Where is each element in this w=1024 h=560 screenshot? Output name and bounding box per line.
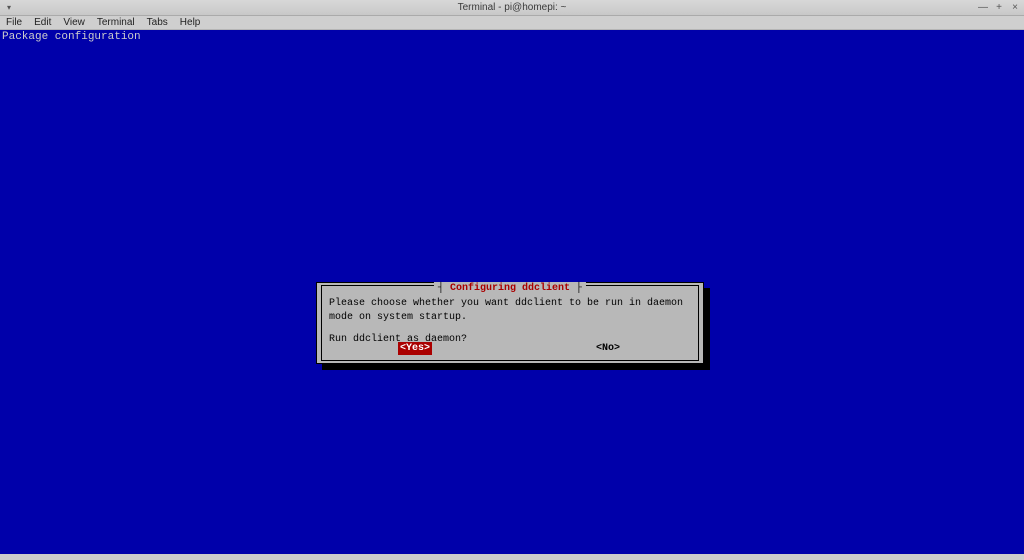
app-menu-icon[interactable]: ▾ — [4, 3, 14, 13]
menu-edit[interactable]: Edit — [34, 17, 51, 28]
window-bottom-border — [0, 554, 1024, 560]
terminal-viewport[interactable]: Package configuration Configuring ddclie… — [0, 30, 1024, 554]
menu-tabs[interactable]: Tabs — [147, 17, 168, 28]
close-button[interactable]: × — [1010, 2, 1020, 13]
dialog-title: Configuring ddclient — [434, 282, 586, 295]
dialog-message: Please choose whether you want ddclient … — [329, 297, 691, 325]
yes-button[interactable]: <Yes> — [398, 342, 432, 355]
minimize-button[interactable]: — — [978, 2, 988, 13]
menubar: File Edit View Terminal Tabs Help — [0, 16, 1024, 30]
config-dialog: Configuring ddclient Please choose wheth… — [316, 282, 704, 364]
window-controls: — + × — [978, 0, 1020, 15]
dialog-button-row: <Yes> <No> — [317, 342, 703, 355]
menu-file[interactable]: File — [6, 17, 22, 28]
menu-help[interactable]: Help — [180, 17, 201, 28]
menu-view[interactable]: View — [63, 17, 85, 28]
window-titlebar: ▾ Terminal - pi@homepi: ~ — + × — [0, 0, 1024, 16]
menu-terminal[interactable]: Terminal — [97, 17, 135, 28]
no-button[interactable]: <No> — [594, 342, 622, 355]
dialog-body: Please choose whether you want ddclient … — [329, 297, 691, 347]
maximize-button[interactable]: + — [994, 2, 1004, 13]
package-config-header: Package configuration — [2, 31, 141, 44]
window-title: Terminal - pi@homepi: ~ — [458, 2, 567, 13]
